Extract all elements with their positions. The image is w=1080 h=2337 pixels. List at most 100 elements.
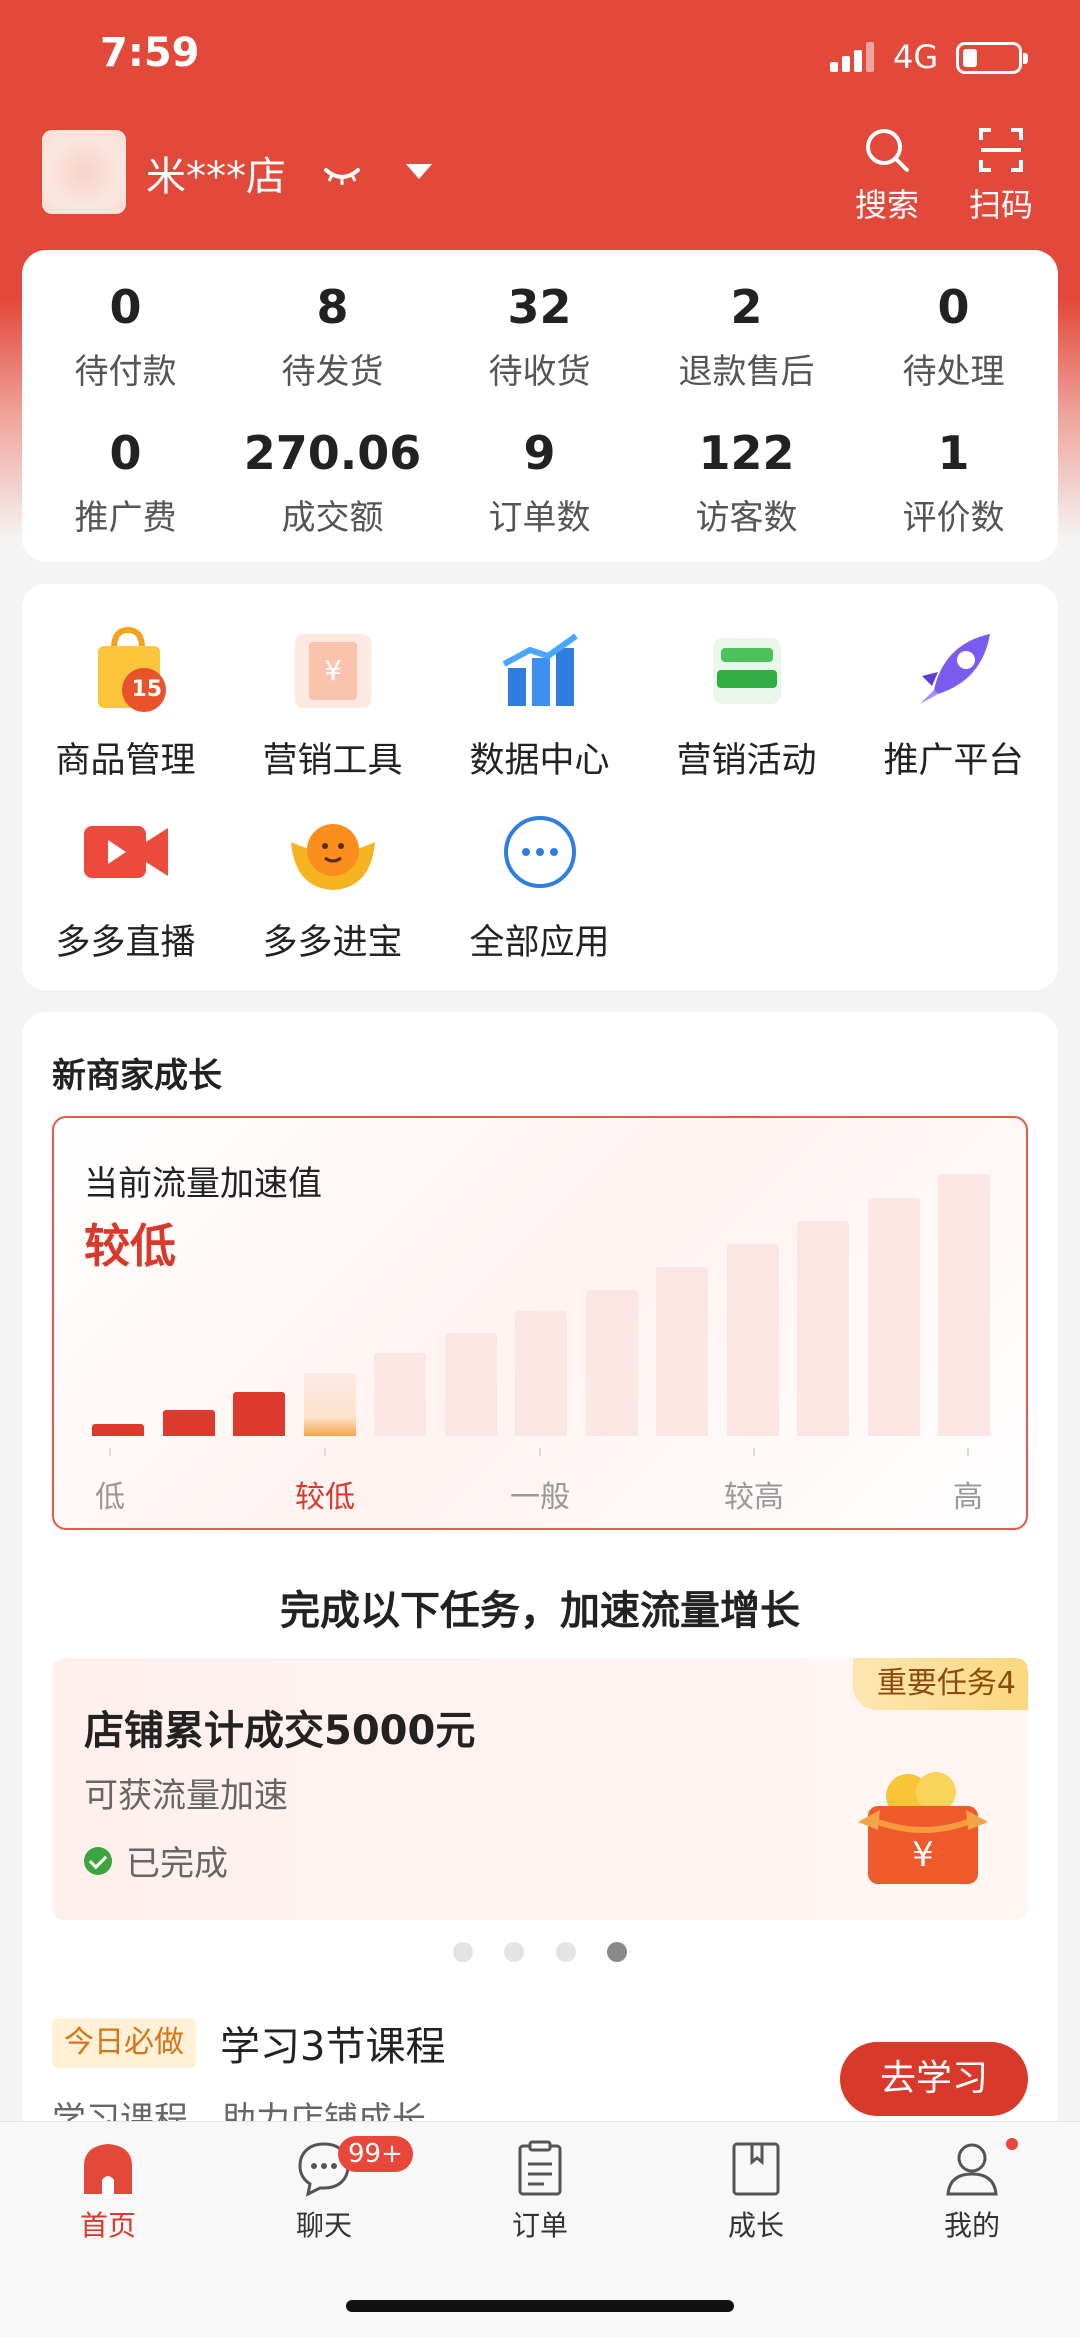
app-label: 数据中心: [469, 741, 610, 781]
app-label: 营销活动: [676, 741, 817, 781]
tab-me[interactable]: 我的: [864, 2138, 1080, 2244]
order-icon: [518, 2140, 562, 2196]
stat-label: 退款售后: [678, 352, 815, 392]
stat-gmv[interactable]: 270.06 成交额: [229, 426, 436, 539]
app-product-management[interactable]: 15 商品管理: [22, 620, 229, 783]
stat-value: 32: [507, 280, 572, 334]
search-label: 搜索: [854, 186, 919, 224]
carousel-dot-active[interactable]: [606, 1942, 627, 1962]
task-subtitle: 可获流量加速: [84, 1776, 288, 1816]
app-all-apps[interactable]: 全部应用: [436, 802, 643, 965]
course-title: 学习3节课程: [220, 2024, 446, 2070]
shop-name[interactable]: 米***店: [146, 144, 286, 202]
home-icon: [84, 2144, 132, 2194]
stat-label: 待处理: [902, 352, 1005, 392]
tab-growth[interactable]: 成长: [648, 2138, 864, 2244]
stat-pending-tasks[interactable]: 0 待处理: [850, 280, 1057, 393]
stat-pending-payment[interactable]: 0 待付款: [22, 280, 229, 393]
shop-header: 米***店 搜索 扫码: [0, 120, 1080, 250]
stat-label: 待发货: [281, 352, 384, 392]
growth-title: 新商家成长: [52, 1056, 222, 1096]
level-tick: [539, 1448, 541, 1456]
app-label: 多多进宝: [262, 923, 403, 963]
signal-icon: [830, 42, 876, 72]
app-duoduo-jinbao[interactable]: 多多进宝: [229, 802, 436, 965]
stat-value: 2: [730, 280, 763, 334]
stat-label: 待付款: [74, 352, 177, 392]
flow-value: 较低: [84, 1219, 176, 1273]
search-icon: [866, 129, 909, 172]
carousel-indicator: [22, 1942, 1058, 1966]
app-live-stream[interactable]: 多多直播: [22, 802, 229, 965]
rocket-icon: [904, 620, 1004, 720]
bar-chart-icon: [490, 620, 590, 720]
shop-switch-caret-icon[interactable]: [406, 164, 432, 179]
tab-home[interactable]: 首页: [0, 2138, 216, 2244]
notification-dot: [1006, 2138, 1018, 2150]
traffic-level-bar: [162, 1409, 215, 1436]
stat-label: 待收货: [488, 352, 591, 392]
carousel-dot[interactable]: [453, 1942, 474, 1962]
profile-icon: [946, 2143, 998, 2196]
shop-avatar[interactable]: [42, 130, 126, 214]
stat-value: 0: [937, 280, 970, 334]
stat-refunds[interactable]: 2 退款售后: [643, 280, 850, 393]
stat-reviews[interactable]: 1 评价数: [850, 426, 1057, 539]
stat-value: 122: [698, 426, 795, 480]
stat-value: 0: [109, 426, 142, 480]
stat-orders[interactable]: 9 订单数: [436, 426, 643, 539]
tab-orders[interactable]: 订单: [432, 2138, 648, 2244]
app-grid: 15 商品管理 ¥ 营销工具 数据中心 营销活动 推广平台 多多直播 多多进宝 …: [22, 584, 1058, 990]
stat-value: 270.06: [243, 426, 422, 480]
app-data-center[interactable]: 数据中心: [436, 620, 643, 783]
svg-text:¥: ¥: [324, 654, 342, 687]
stat-value: 8: [316, 280, 349, 334]
search-button[interactable]: 搜索: [842, 126, 932, 226]
app-label: 推广平台: [883, 741, 1024, 781]
app-label: 商品管理: [55, 741, 196, 781]
app-label: 多多直播: [55, 923, 196, 963]
app-promotion-platform[interactable]: 推广平台: [850, 620, 1057, 783]
traffic-level-bar: [585, 1289, 638, 1436]
stat-promo-fee[interactable]: 0 推广费: [22, 426, 229, 539]
level-label: 一般: [510, 1480, 570, 1515]
go-learn-button[interactable]: 去学习: [840, 2042, 1028, 2116]
red-envelope-gift-icon: ¥: [858, 1772, 988, 1884]
app-badge: 15: [131, 677, 163, 702]
ingot-icon: [283, 802, 383, 902]
home-indicator: [346, 2300, 734, 2312]
stat-label: 订单数: [488, 498, 591, 538]
stat-to-ship[interactable]: 8 待发货: [229, 280, 436, 393]
shopping-bag-icon: 15: [76, 620, 176, 720]
tab-chat[interactable]: 99+ 聊天: [216, 2136, 432, 2244]
hide-eye-icon[interactable]: [322, 160, 362, 190]
task-status-text: 已完成: [126, 1844, 228, 1884]
task-heading: 完成以下任务，加速流量增长: [280, 1588, 800, 1634]
traffic-level-bar: [374, 1353, 426, 1436]
status-time: 7:59: [100, 30, 200, 76]
tab-label: 聊天: [295, 2209, 352, 2242]
stat-to-receive[interactable]: 32 待收货: [436, 280, 643, 393]
traffic-boost-panel[interactable]: 当前流量加速值 较低 低 较低 一般 较高 高: [52, 1116, 1028, 1530]
level-label: 高: [953, 1480, 983, 1515]
stat-label: 访客数: [695, 498, 798, 538]
carousel-dot[interactable]: [504, 1942, 525, 1962]
task-card[interactable]: 重要任务4 店铺累计成交5000元 可获流量加速 已完成 ¥: [52, 1658, 1028, 1920]
scan-button[interactable]: 扫码: [956, 126, 1046, 226]
app-label: 营销工具: [262, 741, 403, 781]
check-circle-icon: [84, 1846, 112, 1875]
carousel-dot[interactable]: [555, 1942, 576, 1962]
svg-text:¥: ¥: [912, 1835, 934, 1875]
level-label: 较低: [295, 1480, 355, 1515]
traffic-level-bar: [867, 1197, 920, 1436]
level-tick: [967, 1448, 969, 1456]
traffic-level-bar: [92, 1424, 144, 1436]
level-label: 较高: [724, 1480, 784, 1515]
app-marketing-tools[interactable]: ¥ 营销工具: [229, 620, 436, 783]
traffic-level-bar: [303, 1373, 356, 1436]
app-marketing-campaigns[interactable]: 营销活动: [643, 620, 850, 783]
more-icon: [490, 802, 590, 902]
stat-visitors[interactable]: 122 访客数: [643, 426, 850, 539]
live-video-icon: [76, 802, 176, 902]
task-title: 店铺累计成交5000元: [84, 1708, 476, 1754]
